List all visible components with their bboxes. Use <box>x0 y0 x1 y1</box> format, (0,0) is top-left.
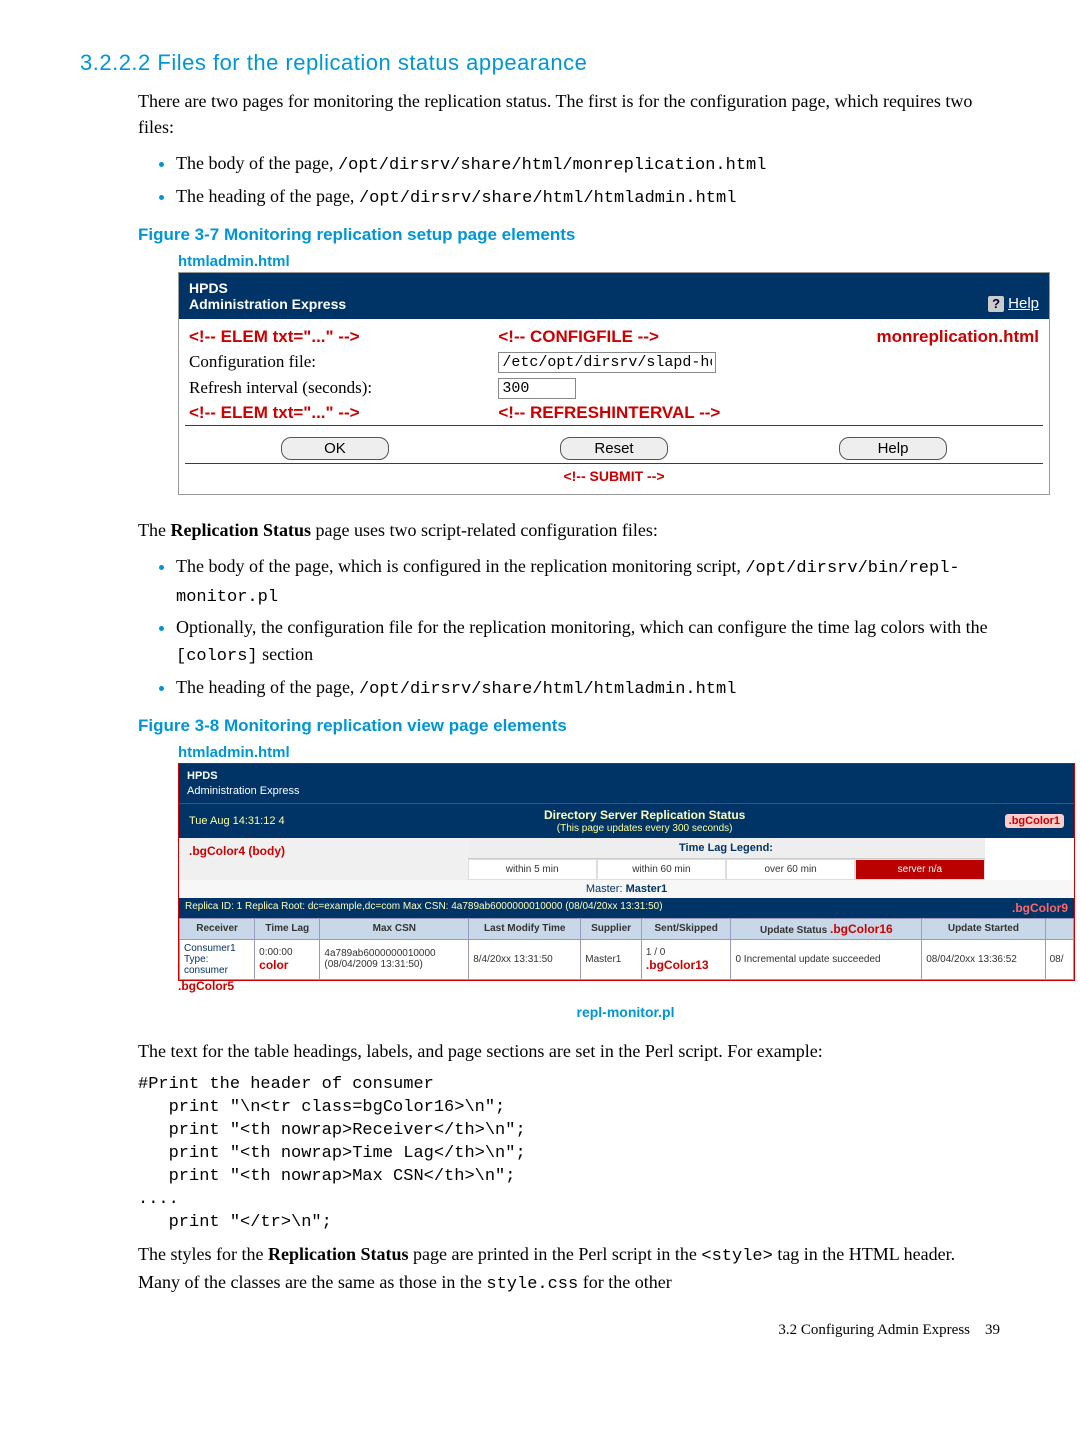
fig37-hdr-line1: HPDS <box>189 280 346 296</box>
page-footer: 3.2 Configuring Admin Express 39 <box>80 1322 1000 1339</box>
master-row: Master: Master1 <box>586 883 667 895</box>
footer-section: 3.2 Configuring Admin Express <box>778 1322 970 1338</box>
th-lastmodify: Last Modify Time <box>469 918 581 939</box>
bullet-text-end: section <box>258 644 314 664</box>
bullet-text: The body of the page, <box>176 153 338 173</box>
fig38-timestamp: Tue Aug 14:31:12 4 <box>189 815 285 827</box>
annot-bgcolor16: .bgColor16 <box>830 922 893 936</box>
fig37-top-label: htmladmin.html <box>178 253 1000 270</box>
cell-timelag: 0:00:00color <box>255 939 320 979</box>
closing-bold: Replication Status <box>268 1244 409 1264</box>
fig38-hdr-l2: Administration Express <box>187 784 1066 798</box>
help-link[interactable]: Help <box>1008 295 1039 312</box>
annot-bgcolor4: .bgColor4 (body) <box>189 844 285 858</box>
config-file-label: Configuration file: <box>185 349 494 375</box>
annot-bgcolor1: .bgColor1 <box>1005 814 1064 828</box>
fig37-header: HPDS Administration Express ? Help <box>179 273 1049 319</box>
figure-3-8: htmladmin.html HPDS Administration Expre… <box>178 744 1073 994</box>
closing-mid: page are printed in the Perl script in t… <box>408 1244 701 1264</box>
code-path: /opt/dirsrv/share/html/htmladmin.html <box>359 680 736 699</box>
closing-end: for the other <box>578 1272 671 1292</box>
code-path: /opt/dirsrv/share/html/htmladmin.html <box>359 189 736 208</box>
bullet-colors: Optionally, the configuration file for t… <box>176 614 1000 670</box>
mid-bold: Replication Status <box>170 520 311 540</box>
closing-code1: <style> <box>701 1247 772 1266</box>
reset-button[interactable]: Reset <box>560 437 668 460</box>
annot-bgcolor9: .bgColor9 <box>1012 901 1068 915</box>
annot-refreshinterval: <!-- REFRESHINTERVAL --> <box>494 401 1043 425</box>
refresh-label: Refresh interval (seconds): <box>185 375 494 401</box>
th-updatestatus: Update Status .bgColor16 <box>731 918 922 939</box>
cell-maxcsn: 4a789ab6000000010000 (08/04/2009 13:31:5… <box>320 939 469 979</box>
ok-button[interactable]: OK <box>281 437 389 460</box>
legend-60min: within 60 min <box>597 859 726 880</box>
figure-3-7-caption: Figure 3-7 Monitoring replication setup … <box>138 225 1000 245</box>
annot-monrep: monreplication.html <box>767 325 1043 349</box>
annot-submit: <!-- SUBMIT --> <box>185 464 1043 484</box>
bullets-script-files: The body of the page, which is configure… <box>148 553 1000 702</box>
bullet-heading-page-2: The heading of the page, /opt/dirsrv/sha… <box>176 674 1000 703</box>
bullet-text: The heading of the page, <box>176 677 359 697</box>
code-block: #Print the header of consumer print "\n<… <box>138 1074 1000 1235</box>
closing-code2: style.css <box>486 1275 578 1294</box>
perl-intro: The text for the table headings, labels,… <box>138 1038 1000 1064</box>
bullet-body-page: The body of the page, /opt/dirsrv/share/… <box>176 150 1000 179</box>
bullet-text: The heading of the page, <box>176 186 359 206</box>
bullet-text: The body of the page, which is configure… <box>176 556 745 576</box>
fig38-title: Directory Server Replication Status <box>544 808 745 822</box>
mid-paragraph: The Replication Status page uses two scr… <box>138 517 1000 543</box>
cell-end: 08/ <box>1045 939 1073 979</box>
repl-monitor-caption: repl-monitor.pl <box>178 1004 1073 1020</box>
refresh-input[interactable] <box>498 378 576 399</box>
annot-elem-1: <!-- ELEM txt="..." --> <box>185 325 494 349</box>
fig38-subtitle: (This page updates every 300 seconds) <box>557 823 733 834</box>
th-maxcsn: Max CSN <box>320 918 469 939</box>
fig38-top-label: htmladmin.html <box>178 744 1073 761</box>
figure-3-7: htmladmin.html HPDS Administration Expre… <box>178 253 1000 495</box>
bullet-text: Optionally, the configuration file for t… <box>176 617 988 637</box>
cell-receiver: Consumer1 Type: consumer <box>180 939 255 979</box>
bullet-body-script: The body of the page, which is configure… <box>176 553 1000 610</box>
cell-updatestatus: 0 Incremental update succeeded <box>731 939 922 979</box>
code-inline: [colors] <box>176 647 258 666</box>
annot-bgcolor13: .bgColor13 <box>646 958 709 972</box>
mid-prefix: The <box>138 520 170 540</box>
section-heading: 3.2.2.2 Files for the replication status… <box>80 50 1000 76</box>
fig37-hdr-line2: Administration Express <box>189 296 346 312</box>
code-path: /opt/dirsrv/share/html/monreplication.ht… <box>338 156 766 175</box>
replication-table: Receiver Time Lag Max CSN Last Modify Ti… <box>179 918 1074 980</box>
help-button[interactable]: Help <box>839 437 947 460</box>
legend-over60: over 60 min <box>726 859 855 880</box>
fig38-header: HPDS Administration Express <box>179 764 1074 803</box>
footer-page-number: 39 <box>985 1322 1000 1338</box>
legend-5min: within 5 min <box>468 859 597 880</box>
cell-lastmodify: 8/4/20xx 13:31:50 <box>469 939 581 979</box>
th-sentskipped: Sent/Skipped <box>641 918 731 939</box>
mid-suffix: page uses two script-related configurati… <box>311 520 658 540</box>
th-updatestarted: Update Started <box>922 918 1045 939</box>
fig38-hdr-l1: HPDS <box>187 769 1066 783</box>
annot-elem-2: <!-- ELEM txt="..." --> <box>185 401 494 425</box>
figure-3-8-caption: Figure 3-8 Monitoring replication view p… <box>138 716 1000 736</box>
bullet-heading-page: The heading of the page, /opt/dirsrv/sha… <box>176 183 1000 212</box>
intro-paragraph: There are two pages for monitoring the r… <box>138 88 1000 140</box>
closing-prefix: The styles for the <box>138 1244 268 1264</box>
time-lag-legend-label: Time Lag Legend: <box>468 838 985 858</box>
bullets-config-files: The body of the page, /opt/dirsrv/share/… <box>148 150 1000 211</box>
config-file-input[interactable] <box>498 352 716 373</box>
closing-paragraph: The styles for the Replication Status pa… <box>138 1241 1000 1298</box>
replica-info: Replica ID: 1 Replica Root: dc=example,d… <box>185 901 663 915</box>
legend-na: server n/a <box>855 859 984 880</box>
cell-updatestarted: 08/04/20xx 13:36:52 <box>922 939 1045 979</box>
annot-configfile: <!-- CONFIGFILE --> <box>494 325 767 349</box>
annot-color: color <box>259 958 288 972</box>
annot-bgcolor5: .bgColor5 <box>178 979 234 993</box>
cell-supplier: Master1 <box>581 939 642 979</box>
help-icon[interactable]: ? <box>988 296 1004 312</box>
th-receiver: Receiver <box>180 918 255 939</box>
th-timelag: Time Lag <box>255 918 320 939</box>
cell-sentskipped: 1 / 0.bgColor13 <box>641 939 731 979</box>
th-supplier: Supplier <box>581 918 642 939</box>
